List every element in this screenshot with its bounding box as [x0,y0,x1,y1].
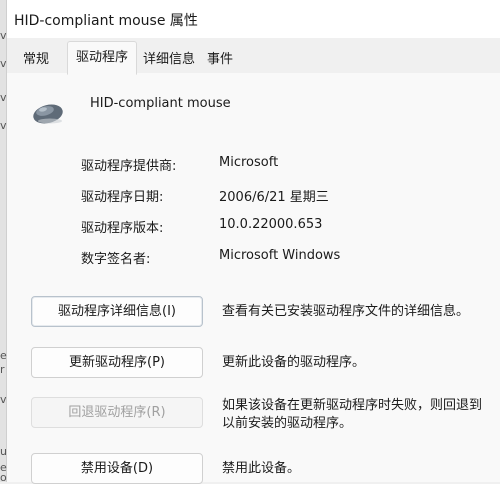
signer-label: 数字签名者: [81,252,151,267]
mouse-icon [33,104,63,124]
tab-details[interactable]: 详细信息 [137,46,201,73]
date-value: 2006/6/21 星期三 [219,190,329,205]
background-text-fragment: u [0,445,7,458]
background-text-fragment: o [0,471,7,484]
driver-details-button[interactable]: 驱动程序详细信息(I) [31,296,203,327]
disable-device-button[interactable]: 禁用设备(D) [31,453,203,484]
title-bar[interactable]: HID-compliant mouse 属性 [6,0,500,38]
update-driver-description: 更新此设备的驱动程序。 [222,355,366,370]
tab-strip: 常规 驱动程序 详细信息 事件 [6,38,500,75]
roll-back-driver-button: 回退驱动程序(R) [31,397,203,428]
date-label: 驱动程序日期: [81,190,164,205]
background-text-fragment: v [0,29,7,42]
update-driver-button[interactable]: 更新驱动程序(P) [31,347,203,378]
roll-back-description-line2: 以前安装的驱动程序。 [222,416,353,431]
background-text-fragment: v [0,57,7,70]
background-text-fragment: r [0,363,5,376]
roll-back-description-line1: 如果该设备在更新驱动程序时失败，则回退到 [222,398,483,413]
version-value: 10.0.22000.653 [219,217,323,232]
background-text-fragment: v [0,91,7,104]
window-title: HID-compliant mouse 属性 [14,13,198,29]
provider-label: 驱动程序提供商: [81,159,177,174]
background-window-edge: v v v v e r v u e o [0,0,7,484]
tab-general[interactable]: 常规 [14,46,58,73]
background-text-fragment: v [0,119,7,132]
background-text-fragment: e [0,349,7,362]
signer-value: Microsoft Windows [219,248,341,263]
tab-events[interactable]: 事件 [203,46,237,73]
device-name: HID-compliant mouse [90,96,231,111]
disable-device-description: 禁用此设备。 [222,461,301,476]
background-text-fragment: v [0,393,7,406]
provider-value: Microsoft [219,155,279,170]
driver-details-description: 查看有关已安装驱动程序文件的详细信息。 [222,304,470,319]
tab-driver[interactable]: 驱动程序 [67,41,137,75]
version-label: 驱动程序版本: [81,221,164,236]
